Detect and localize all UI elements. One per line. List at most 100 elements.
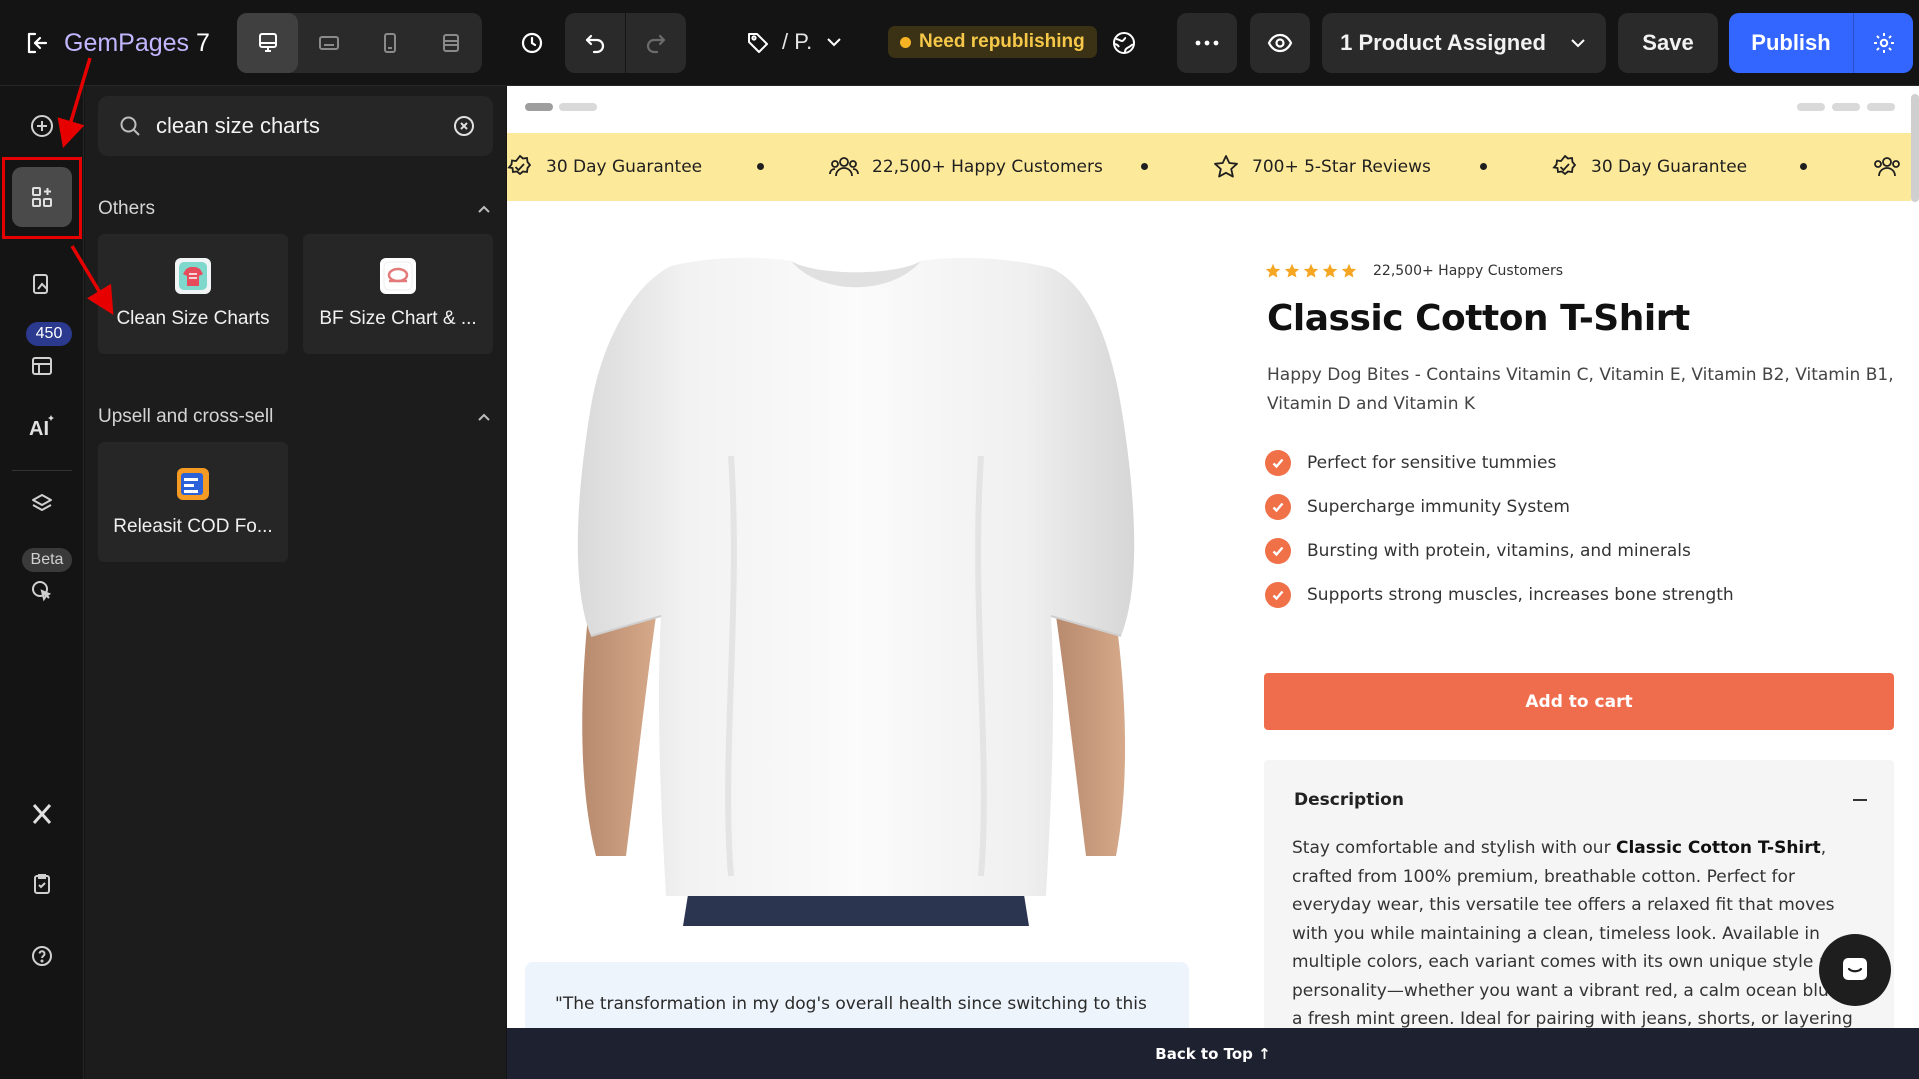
clear-search-icon[interactable] (452, 114, 476, 138)
description-text: Stay comfortable and stylish with our (1292, 838, 1616, 858)
description-title: Description (1294, 790, 1404, 810)
search-input[interactable] (156, 113, 446, 139)
status-dot (900, 36, 911, 48)
history-button[interactable] (502, 13, 562, 73)
layers-button[interactable] (12, 474, 72, 534)
section-title: Others (98, 198, 156, 219)
check-circle-icon (1265, 450, 1291, 476)
announcement-item: 30 Day Guarantee (507, 133, 702, 201)
testimonial-text: "The transformation in my dog's overall … (555, 994, 1147, 1014)
announcement-item: 30 Day Guarantee (1552, 133, 1747, 201)
chevron-down-icon (1571, 39, 1585, 48)
add-section-button[interactable] (12, 96, 72, 156)
separator-dot (757, 163, 764, 170)
x-button[interactable] (12, 784, 72, 844)
announcement-text: 30 Day Guarantee (546, 157, 703, 177)
benefit-text: Perfect for sensitive tummies (1307, 453, 1557, 473)
tape-measure-app-icon (380, 258, 416, 294)
separator-dot (1800, 163, 1807, 170)
app-card-releasit-cod[interactable]: Releasit COD Fo... (98, 442, 288, 562)
chat-widget-button[interactable] (1819, 934, 1891, 1006)
more-options-button[interactable] (1177, 13, 1237, 73)
description-bold-text: Classic Cotton T-Shirt (1615, 838, 1821, 858)
star-icon (1265, 263, 1281, 278)
announcement-text: 22,500+ Happy Customers (872, 157, 1103, 177)
top-toolbar: GemPages 7 / P. Need republishing 1 Prod… (0, 0, 1919, 86)
more-horizontal-icon (1195, 40, 1219, 46)
search-box (98, 96, 493, 156)
ai-sparkle-icon: AI (29, 415, 54, 439)
editor-canvas[interactable]: 30 Day Guarantee 22,500+ Happy Customers… (507, 86, 1919, 1079)
page-templates-button[interactable] (12, 254, 72, 314)
users-icon (1874, 157, 1900, 177)
chat-icon (1843, 958, 1867, 980)
rating-text: 22,500+ Happy Customers (1373, 263, 1564, 279)
rating-stars (1265, 263, 1357, 279)
layers-icon (32, 494, 52, 511)
cursor-click-icon (32, 581, 52, 602)
list-item: Supports strong muscles, increases bone … (1265, 573, 1895, 617)
save-button[interactable]: Save (1618, 13, 1718, 73)
card-label: Releasit COD Fo... (113, 516, 273, 537)
publish-settings-button[interactable] (1853, 13, 1913, 73)
list-item: Bursting with protein, vitamins, and min… (1265, 529, 1895, 573)
x-brand-icon (32, 804, 52, 824)
section-header-others[interactable]: Others (98, 194, 493, 224)
separator-dot (1480, 163, 1487, 170)
canvas-handle-left (525, 103, 597, 111)
desktop-view-button[interactable] (237, 13, 298, 73)
help-button[interactable] (12, 926, 72, 986)
app-card-clean-size-charts[interactable]: Clean Size Charts (98, 234, 288, 354)
benefit-list: Perfect for sensitive tummies Supercharg… (1265, 441, 1895, 617)
star-icon (1322, 263, 1338, 278)
tablet-landscape-icon (318, 36, 339, 50)
undo-redo-group (565, 13, 686, 73)
star-outline-icon (1214, 155, 1238, 178)
globe-icon (1113, 32, 1135, 54)
section-header-upsell[interactable]: Upsell and cross-sell (98, 402, 493, 432)
preview-button[interactable] (1250, 13, 1310, 73)
description-header[interactable]: Description (1294, 780, 1868, 820)
svg-text:AI: AI (29, 418, 49, 439)
undo-button[interactable] (565, 13, 625, 73)
annotation-highlight-box (2, 157, 82, 239)
checklist-button[interactable] (12, 854, 72, 914)
description-text: , crafted from 100% premium, breathable … (1292, 838, 1867, 1058)
app-logo[interactable]: GemPages 7 (26, 22, 210, 64)
product-assign-label: 1 Product Assigned (1340, 30, 1546, 55)
product-assign-dropdown[interactable]: 1 Product Assigned (1322, 13, 1606, 73)
interaction-button[interactable] (12, 551, 72, 611)
ai-button[interactable]: AI (12, 396, 72, 456)
minus-icon (1853, 799, 1867, 801)
fullscreen-view-button[interactable] (420, 13, 481, 73)
publish-button[interactable]: Publish (1729, 13, 1853, 73)
fullscreen-icon (442, 34, 459, 52)
back-to-top-bar[interactable]: Back to Top ↑ (507, 1028, 1919, 1079)
exit-icon[interactable] (26, 31, 48, 55)
canvas-scrollbar[interactable] (1911, 94, 1919, 202)
layout-icon (32, 357, 52, 375)
page-selector[interactable]: / P. (746, 20, 844, 64)
add-to-cart-button[interactable]: Add to cart (1264, 673, 1894, 730)
redo-button[interactable] (626, 13, 686, 73)
announcement-text: 700+ 5-Star Reviews (1252, 157, 1431, 177)
app-card-bf-size-chart[interactable]: BF Size Chart & ... (303, 234, 493, 354)
device-switcher (237, 13, 482, 73)
chevron-up-icon (478, 413, 490, 421)
star-icon (1284, 263, 1300, 278)
help-circle-icon (32, 946, 52, 966)
benefit-text: Bursting with protein, vitamins, and min… (1307, 541, 1691, 561)
announcement-bar[interactable]: 30 Day Guarantee 22,500+ Happy Customers… (507, 133, 1911, 201)
product-subtitle[interactable]: Happy Dog Bites - Contains Vitamin C, Vi… (1267, 361, 1897, 419)
tablet-view-button[interactable] (298, 13, 359, 73)
mobile-view-button[interactable] (359, 13, 420, 73)
library-button[interactable] (12, 326, 72, 386)
rating-row: 22,500+ Happy Customers (1265, 256, 1895, 286)
benefit-text: Supports strong muscles, increases bone … (1307, 585, 1734, 605)
language-button[interactable] (1094, 20, 1154, 66)
status-badge-text: Need republishing (919, 31, 1085, 52)
product-image[interactable] (551, 256, 1163, 926)
desktop-icon (258, 33, 277, 52)
elements-panel: Others Clean Size Charts BF Size Chart &… (85, 86, 506, 1079)
product-title[interactable]: Classic Cotton T-Shirt (1267, 298, 1895, 339)
